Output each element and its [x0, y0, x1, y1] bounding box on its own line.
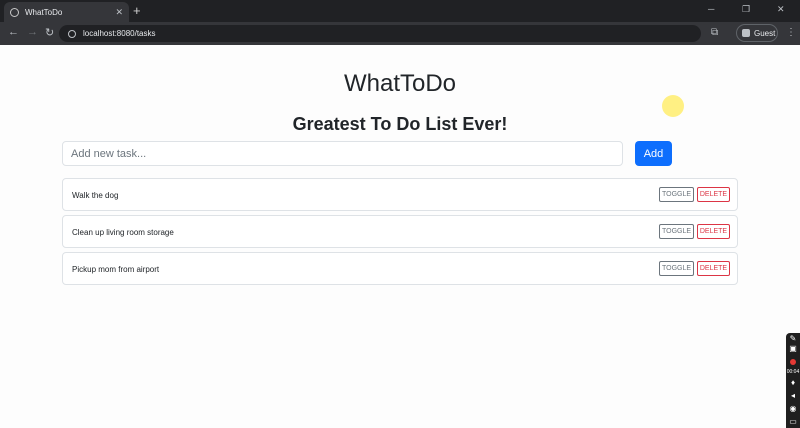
recording-time: 00:04 — [786, 369, 800, 375]
profile-icon — [742, 29, 750, 37]
browser-tab-bar: WhatToDo ✕ + ─ ❐ ✕ — [0, 0, 800, 22]
site-info-icon[interactable] — [68, 29, 76, 38]
camera-icon[interactable]: ▣ — [788, 344, 798, 353]
task-label: Clean up living room storage — [72, 228, 174, 237]
task-item: Clean up living room storage TOGGLE DELE… — [62, 215, 738, 248]
new-tab-button[interactable]: + — [133, 3, 141, 18]
cursor-highlight — [662, 95, 684, 117]
menu-icon[interactable]: ⋮ — [786, 27, 796, 38]
task-list: Walk the dog TOGGLE DELETE Clean up livi… — [62, 178, 738, 289]
browser-toolbar: ← → ↻ localhost:8080/tasks ⧉ Guest ⋮ — [0, 22, 800, 45]
speaker-icon[interactable]: ◂ — [788, 391, 798, 400]
back-icon[interactable]: ← — [8, 26, 19, 38]
minimize-icon[interactable]: ─ — [708, 4, 714, 14]
url-text: localhost:8080/tasks — [83, 29, 156, 38]
microphone-icon[interactable]: ♦ — [788, 378, 798, 387]
globe-icon — [10, 7, 19, 17]
webcam-icon[interactable]: ◉ — [788, 404, 798, 413]
profile-button[interactable]: Guest — [736, 24, 778, 42]
task-label: Pickup mom from airport — [72, 265, 160, 274]
address-bar[interactable]: localhost:8080/tasks — [59, 25, 701, 42]
cast-icon[interactable]: ⧉ — [711, 27, 718, 38]
edit-icon[interactable]: ✎ — [788, 334, 798, 343]
screen-recorder-widget: ✎ ▣ 00:04 ♦ ◂ ◉ ▭ — [786, 333, 800, 428]
window-close-icon[interactable]: ✕ — [777, 4, 785, 15]
task-item: Pickup mom from airport TOGGLE DELETE — [62, 252, 738, 285]
app-title: WhatToDo — [343, 70, 457, 97]
forward-icon[interactable]: → — [27, 26, 38, 38]
tab-title: WhatToDo — [25, 7, 63, 17]
toggle-button[interactable]: TOGGLE — [659, 261, 694, 276]
delete-button[interactable]: DELETE — [697, 187, 730, 202]
add-task-button[interactable]: Add — [635, 141, 672, 166]
toggle-button[interactable]: TOGGLE — [659, 224, 694, 239]
delete-button[interactable]: DELETE — [697, 261, 730, 276]
record-icon[interactable] — [790, 359, 796, 365]
reload-icon[interactable]: ↻ — [45, 26, 54, 39]
tab-close-icon[interactable]: ✕ — [115, 7, 123, 18]
browser-tab[interactable]: WhatToDo ✕ — [4, 2, 129, 22]
new-task-input[interactable] — [62, 141, 623, 166]
maximize-icon[interactable]: ❐ — [742, 4, 750, 15]
delete-button[interactable]: DELETE — [697, 224, 730, 239]
task-item: Walk the dog TOGGLE DELETE — [62, 178, 738, 211]
toggle-button[interactable]: TOGGLE — [659, 187, 694, 202]
more-icon[interactable]: ▭ — [788, 417, 798, 426]
profile-label: Guest — [754, 28, 776, 38]
page-subtitle: Greatest To Do List Ever! — [292, 114, 508, 134]
task-label: Walk the dog — [72, 191, 119, 200]
page-content: WhatToDo Greatest To Do List Ever! Add W… — [0, 45, 800, 428]
